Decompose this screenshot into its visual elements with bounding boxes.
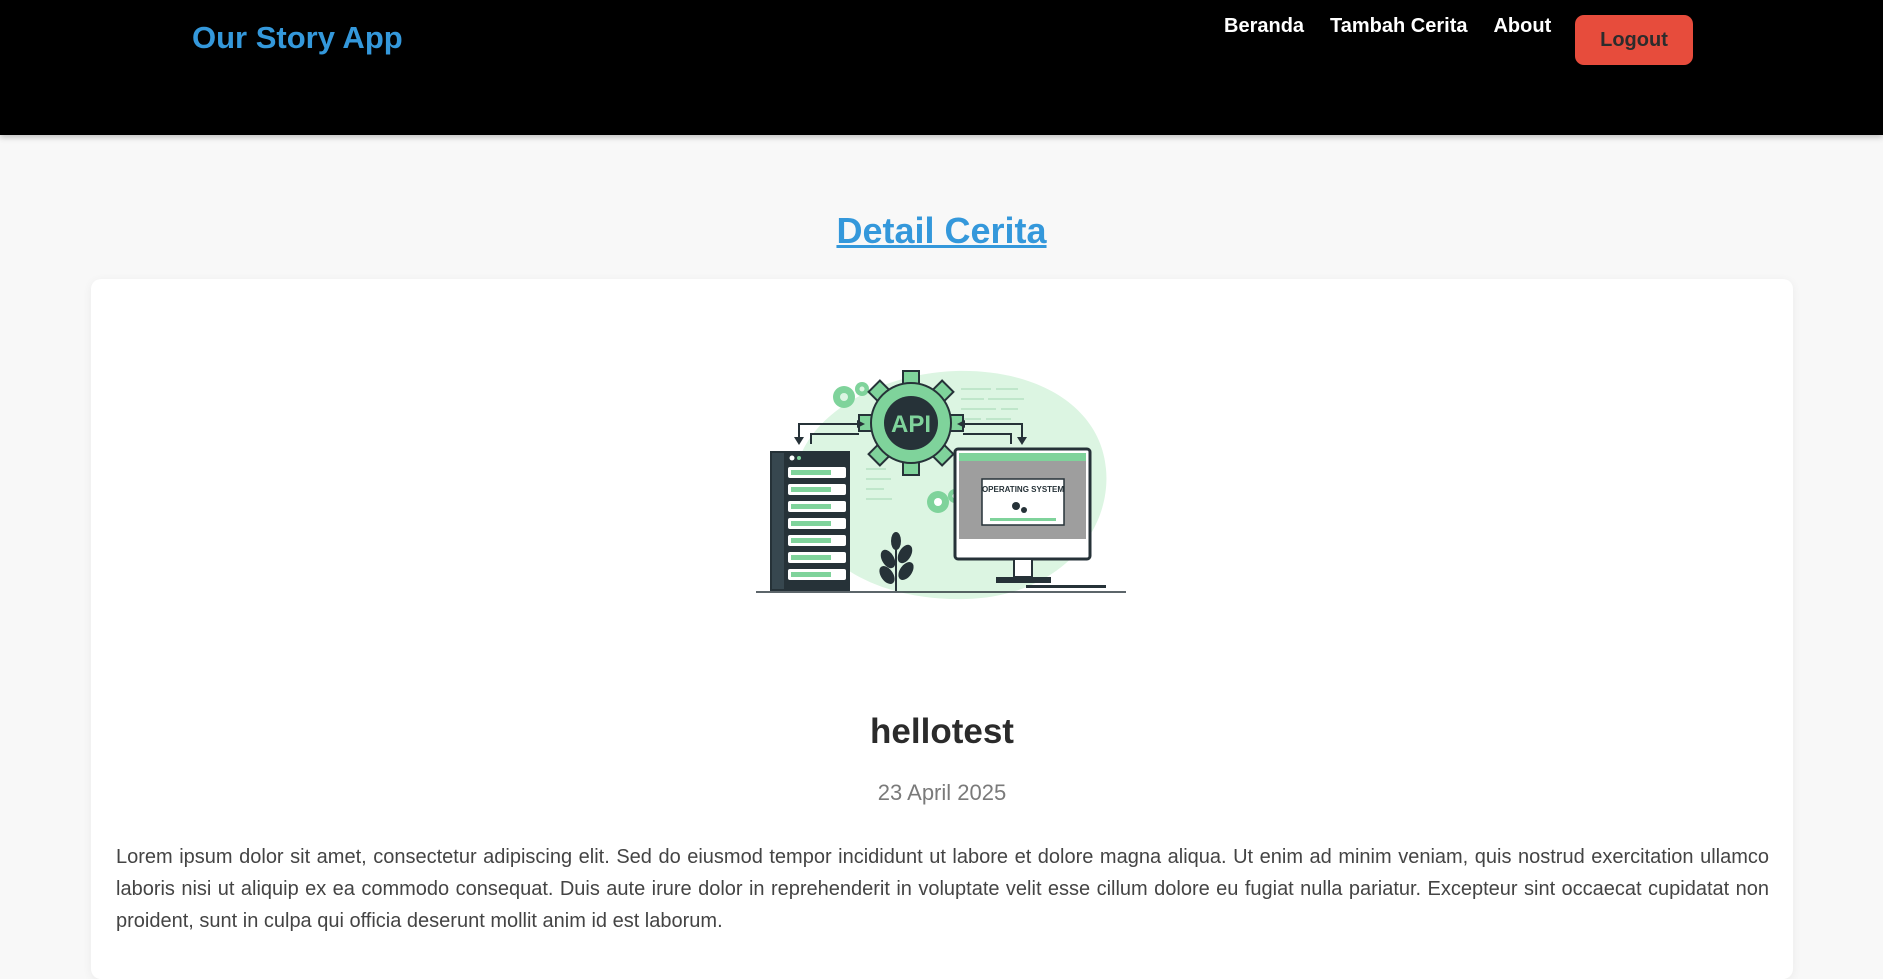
nav-link-about[interactable]: About bbox=[1493, 14, 1551, 38]
svg-text:API: API bbox=[891, 411, 931, 438]
api-illustration-icon: API OPERATING SYSTEM bbox=[756, 370, 1126, 600]
nav-link-tambah-cerita[interactable]: Tambah Cerita bbox=[1330, 14, 1467, 38]
story-date: 23 April 2025 bbox=[877, 780, 1007, 805]
brand-logo[interactable]: Our Story App bbox=[192, 20, 403, 56]
svg-text:OPERATING SYSTEM: OPERATING SYSTEM bbox=[982, 485, 1064, 494]
story-description: Lorem ipsum dolor sit amet, consectetur … bbox=[116, 846, 1769, 932]
logout-button[interactable]: Logout bbox=[1575, 15, 1693, 65]
story-title: hellotest bbox=[870, 712, 1014, 751]
nav-links: Beranda Tambah Cerita About bbox=[1224, 14, 1577, 38]
navbar: Our Story App Beranda Tambah Cerita Abou… bbox=[0, 0, 1883, 135]
story-detail-card: API OPERATING SYSTEM hellotest 23 April … bbox=[91, 279, 1793, 979]
page-title: Detail Cerita bbox=[836, 210, 1047, 251]
nav-link-beranda[interactable]: Beranda bbox=[1224, 14, 1304, 38]
